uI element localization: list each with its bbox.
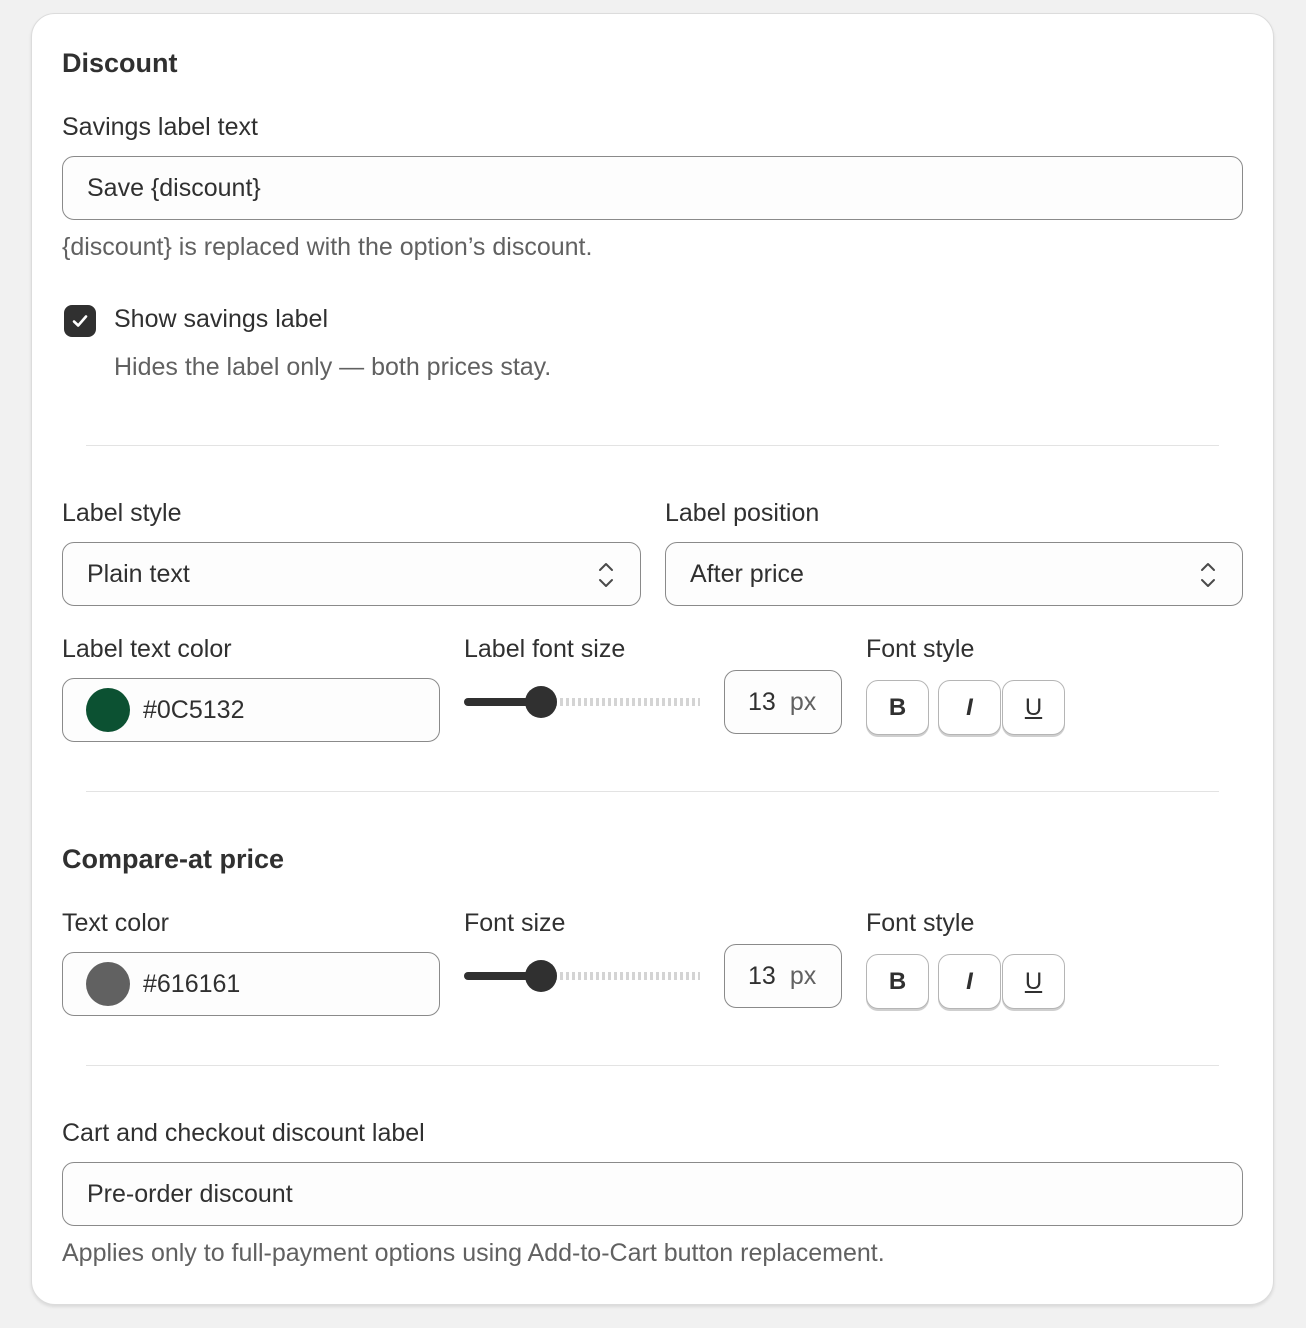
text-color-field[interactable]: #616161 <box>62 952 440 1016</box>
font-size-value: 13 <box>748 687 776 716</box>
discount-heading: Discount <box>62 48 178 78</box>
label-style-select[interactable]: Plain text <box>62 542 641 606</box>
savings-label-input[interactable]: Save {discount} <box>62 156 1243 220</box>
text-color-label: Text color <box>62 909 169 937</box>
cart-discount-label-input[interactable]: Pre-order discount <box>62 1162 1243 1226</box>
italic-button[interactable]: I <box>938 680 1001 735</box>
label-text-color-field[interactable]: #0C5132 <box>62 678 440 742</box>
font-size-value: 13 <box>748 961 776 990</box>
color-swatch[interactable] <box>86 688 130 732</box>
cart-discount-label-label: Cart and checkout discount label <box>62 1119 425 1147</box>
font-size-slider[interactable] <box>464 958 702 994</box>
text-color-value: #616161 <box>143 969 241 998</box>
slider-thumb[interactable] <box>525 960 557 992</box>
label-text-color-value: #0C5132 <box>143 695 245 724</box>
slider-track <box>542 972 700 980</box>
show-savings-label[interactable]: Show savings label <box>114 305 328 334</box>
font-size-unit: px <box>789 687 817 716</box>
color-swatch[interactable] <box>86 962 130 1006</box>
show-savings-help: Hides the label only — both prices stay. <box>114 353 552 381</box>
bold-button[interactable]: B <box>866 680 929 735</box>
divider <box>86 791 1219 792</box>
italic-button[interactable]: I <box>938 954 1001 1009</box>
label-style-label: Label style <box>62 499 182 527</box>
divider <box>86 1065 1219 1066</box>
underline-button[interactable]: U <box>1002 954 1065 1009</box>
font-style-label: Font style <box>866 635 975 663</box>
show-savings-checkbox[interactable] <box>64 305 96 337</box>
font-size-label: Font size <box>464 909 566 937</box>
cart-discount-help: Applies only to full-payment options usi… <box>62 1239 885 1267</box>
label-position-select[interactable]: After price <box>665 542 1243 606</box>
savings-label-help: {discount} is replaced with the option’s… <box>62 233 593 261</box>
label-style-value: Plain text <box>87 559 190 588</box>
discount-settings-card: Discount Savings label text Save {discou… <box>31 13 1274 1305</box>
label-font-size-label: Label font size <box>464 635 626 663</box>
font-size-input[interactable]: 13 px <box>724 944 842 1008</box>
slider-track <box>542 698 700 706</box>
bold-button[interactable]: B <box>866 954 929 1009</box>
check-icon <box>72 315 88 327</box>
divider <box>86 445 1219 446</box>
label-position-label: Label position <box>665 499 820 527</box>
cart-discount-label-value: Pre-order discount <box>87 1179 293 1208</box>
label-position-value: After price <box>690 559 804 588</box>
savings-label-value: Save {discount} <box>87 173 261 202</box>
select-chevron-icon <box>599 563 613 587</box>
underline-button[interactable]: U <box>1002 680 1065 735</box>
font-size-unit: px <box>789 961 817 990</box>
savings-label-text-label: Savings label text <box>62 113 258 141</box>
label-font-size-slider[interactable] <box>464 684 702 720</box>
label-font-size-input[interactable]: 13 px <box>724 670 842 734</box>
label-text-color-label: Label text color <box>62 635 232 663</box>
select-chevron-icon <box>1201 563 1215 587</box>
slider-thumb[interactable] <box>525 686 557 718</box>
compare-at-price-heading: Compare-at price <box>62 844 285 874</box>
font-style-label: Font style <box>866 909 975 937</box>
